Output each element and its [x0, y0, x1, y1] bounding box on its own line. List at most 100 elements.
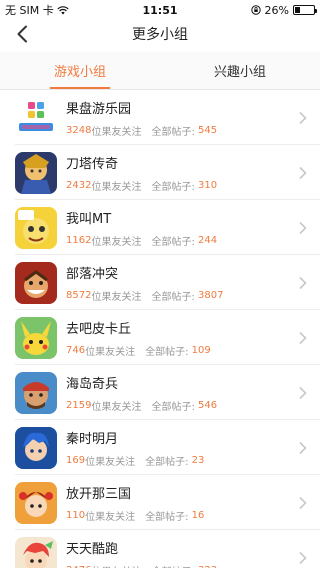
followers-label: 位果友关注: [91, 181, 142, 193]
qin-shi-ming-yue-icon: [15, 426, 57, 469]
followers-label: 位果友关注: [85, 346, 136, 358]
post-count: 16: [191, 509, 205, 521]
post-count: 3807: [198, 289, 224, 301]
battery-fill: [295, 7, 300, 13]
chevron-right-icon: [299, 166, 307, 179]
chevron-right-icon: [299, 386, 307, 399]
follower-count: 3248: [66, 124, 92, 136]
posts-label: 全部帖子:: [145, 511, 189, 523]
posts-label: 全部帖子:: [145, 456, 189, 468]
list-item[interactable]: 我叫MT 1162 位果友关注 全部帖子: 244: [0, 200, 320, 255]
item-info: 海岛奇兵 2159 位果友关注 全部帖子: 546: [66, 373, 298, 413]
follower-count: 746: [66, 344, 86, 356]
group-stats: 169 位果友关注 全部帖子: 23: [66, 453, 298, 468]
group-list: 果盘游乐园 3248 位果友关注 全部帖子: 545 刀塔传奇 2432 位果友关注全…: [0, 90, 320, 568]
tab-interest-groups[interactable]: 兴趣小组: [160, 52, 320, 89]
group-name: 放开那三国: [66, 486, 132, 502]
item-info: 放开那三国 110 位果友关注 全部帖子: 16: [66, 483, 298, 523]
tab-active-indicator: [50, 87, 110, 89]
post-count: 23: [191, 454, 205, 466]
orientation-lock-icon: [250, 5, 261, 15]
posts-label: 全部帖子:: [145, 346, 189, 358]
group-name: 秦时明月: [66, 431, 119, 447]
posts-label: 全部帖子:: [151, 181, 195, 193]
list-item[interactable]: 部落冲突 8572 位果友关注 全部帖子: 3807: [0, 255, 320, 310]
followers-label: 位果友关注: [91, 126, 142, 138]
item-info: 秦时明月 169 位果友关注 全部帖子: 23: [66, 428, 298, 468]
group-stats: 110 位果友关注 全部帖子: 16: [66, 508, 298, 523]
post-count: 109: [191, 344, 211, 356]
group-stats: 3248 位果友关注 全部帖子: 545: [66, 123, 298, 138]
boom-beach-icon: [15, 371, 57, 414]
battery-percent: 26%: [264, 3, 289, 17]
posts-label: 全部帖子:: [151, 236, 195, 248]
chevron-right-icon: [299, 496, 307, 509]
posts-label: 全部帖子:: [151, 401, 195, 413]
wo-jiao-mt-icon: [15, 206, 57, 249]
chevron-left-icon: [17, 25, 27, 43]
chevron-right-icon: [299, 276, 307, 289]
chevron-right-icon: [299, 441, 307, 454]
back-button[interactable]: [10, 22, 34, 46]
tab-game-groups[interactable]: 游戏小组: [0, 52, 160, 89]
followers-label: 位果友关注: [85, 511, 136, 523]
post-count: 310: [198, 179, 218, 191]
item-info: 我叫MT 1162 位果友关注 全部帖子: 244: [66, 208, 298, 248]
tiantian-kupao-icon: [15, 536, 57, 568]
post-count: 546: [198, 399, 218, 411]
followers-label: 位果友关注: [91, 563, 141, 568]
posts-label: 全部帖子:: [151, 126, 195, 138]
wifi-icon: [57, 5, 69, 14]
list-item[interactable]: 天天酷跑 2476位果友关注 全部帖子: 323: [0, 530, 320, 568]
list-item[interactable]: 去吧皮卡丘 746 位果友关注 全部帖子: 109: [0, 310, 320, 365]
chevron-right-icon: [299, 551, 307, 564]
pikachu-icon: [15, 316, 57, 359]
tab-label: 游戏小组: [53, 65, 106, 80]
group-name: 去吧皮卡丘: [66, 321, 132, 337]
chevron-right-icon: [299, 221, 307, 234]
item-info: 刀塔传奇 2432 位果友关注 全部帖子: 310: [66, 153, 298, 193]
followers-label: 位果友关注: [91, 236, 142, 248]
followers-label: 位果友关注: [91, 291, 142, 303]
follower-count: 2432: [66, 179, 92, 191]
clash-of-clans-icon: [15, 261, 57, 304]
dota-legend-icon: [15, 151, 57, 194]
followers-label: 位果友关注: [91, 401, 142, 413]
list-item[interactable]: 果盘游乐园 3248 位果友关注 全部帖子: 545: [0, 90, 320, 145]
nav-bar: 更多小组: [0, 20, 320, 48]
item-info: 天天酷跑 2476位果友关注 全部帖子: 323: [66, 538, 298, 568]
list-item[interactable]: 放开那三国 110 位果友关注 全部帖子: 16: [0, 475, 320, 530]
group-name: 部落冲突: [66, 266, 119, 282]
status-right: 26%: [250, 3, 317, 17]
guopan-logo-icon: [15, 96, 57, 139]
follower-count: 1162: [66, 234, 92, 246]
tab-bar: 游戏小组 兴趣小组: [0, 52, 320, 90]
group-stats: 746 位果友关注 全部帖子: 109: [66, 343, 298, 358]
follower-count: 169: [66, 454, 86, 466]
follower-count: 8572: [66, 289, 92, 301]
group-name: 天天酷跑: [66, 541, 119, 557]
page-title: 更多小组: [132, 27, 188, 43]
group-stats: 2159 位果友关注 全部帖子: 546: [66, 398, 298, 413]
group-stats: 1162 位果友关注 全部帖子: 244: [66, 233, 298, 248]
follower-count: 2476: [66, 565, 91, 568]
list-item[interactable]: 刀塔传奇 2432 位果友关注 全部帖子: 310: [0, 145, 320, 200]
group-name: 刀塔传奇: [66, 156, 119, 172]
chevron-right-icon: [299, 331, 307, 344]
three-kingdoms-icon: [15, 481, 57, 524]
group-stats: 2476位果友关注 全部帖子: 323: [66, 563, 298, 568]
group-name: 果盘游乐园: [66, 101, 132, 117]
item-info: 果盘游乐园 3248 位果友关注 全部帖子: 545: [66, 98, 298, 138]
item-info: 部落冲突 8572 位果友关注 全部帖子: 3807: [66, 263, 298, 303]
group-name: 海岛奇兵: [66, 376, 119, 392]
post-count: 323: [198, 565, 217, 568]
group-stats: 8572 位果友关注 全部帖子: 3807: [66, 288, 298, 303]
group-name: 我叫MT: [66, 211, 112, 227]
posts-label: 全部帖子:: [151, 563, 194, 568]
status-bar: 无 SIM 卡 11:51 26%: [0, 0, 320, 20]
list-item[interactable]: 海岛奇兵 2159 位果友关注 全部帖子: 546: [0, 365, 320, 420]
follower-count: 110: [66, 509, 86, 521]
followers-label: 位果友关注: [85, 456, 136, 468]
list-item[interactable]: 秦时明月 169 位果友关注 全部帖子: 23: [0, 420, 320, 475]
group-stats: 2432 位果友关注 全部帖子: 310: [66, 178, 298, 193]
